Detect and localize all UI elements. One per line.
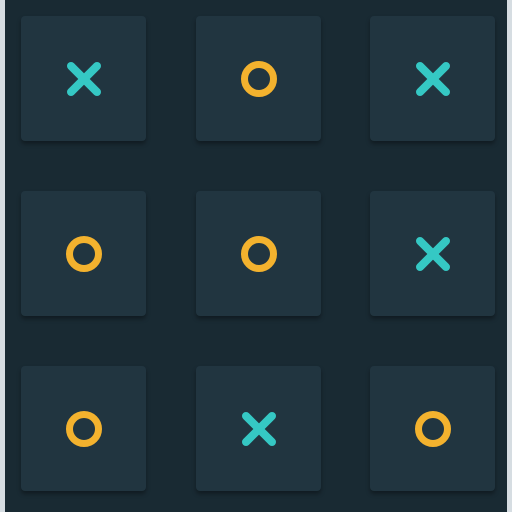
o-mark-icon: [239, 234, 279, 274]
cell-r1-c3-value: X: [370, 16, 371, 17]
x-mark-icon: [64, 59, 104, 99]
o-mark-icon: [64, 409, 104, 449]
cell-r1-c1-value: X: [21, 16, 22, 17]
cell-r3-c3[interactable]: O: [370, 366, 495, 491]
cell-r2-c3[interactable]: X: [370, 191, 495, 316]
tic-tac-toe-board: X O X O O X O X O: [5, 0, 507, 512]
cell-r3-c2-value: X: [196, 366, 197, 367]
o-mark-icon: [64, 234, 104, 274]
o-mark-icon: [239, 59, 279, 99]
cell-r1-c3[interactable]: X: [370, 16, 495, 141]
x-mark-icon: [413, 59, 453, 99]
cell-r1-c1[interactable]: X: [21, 16, 146, 141]
cell-r2-c1-value: O: [21, 191, 22, 192]
cell-r1-c2[interactable]: O: [196, 16, 321, 141]
cell-r3-c1[interactable]: O: [21, 366, 146, 491]
cell-r1-c2-value: O: [196, 16, 197, 17]
cell-r3-c3-value: O: [370, 366, 371, 367]
o-mark-icon: [413, 409, 453, 449]
cell-r3-c2[interactable]: X: [196, 366, 321, 491]
cell-r2-c3-value: X: [370, 191, 371, 192]
x-mark-icon: [413, 234, 453, 274]
cell-r2-c2-value: O: [196, 191, 197, 192]
cell-r3-c1-value: O: [21, 366, 22, 367]
cell-r2-c2[interactable]: O: [196, 191, 321, 316]
cell-r2-c1[interactable]: O: [21, 191, 146, 316]
x-mark-icon: [239, 409, 279, 449]
